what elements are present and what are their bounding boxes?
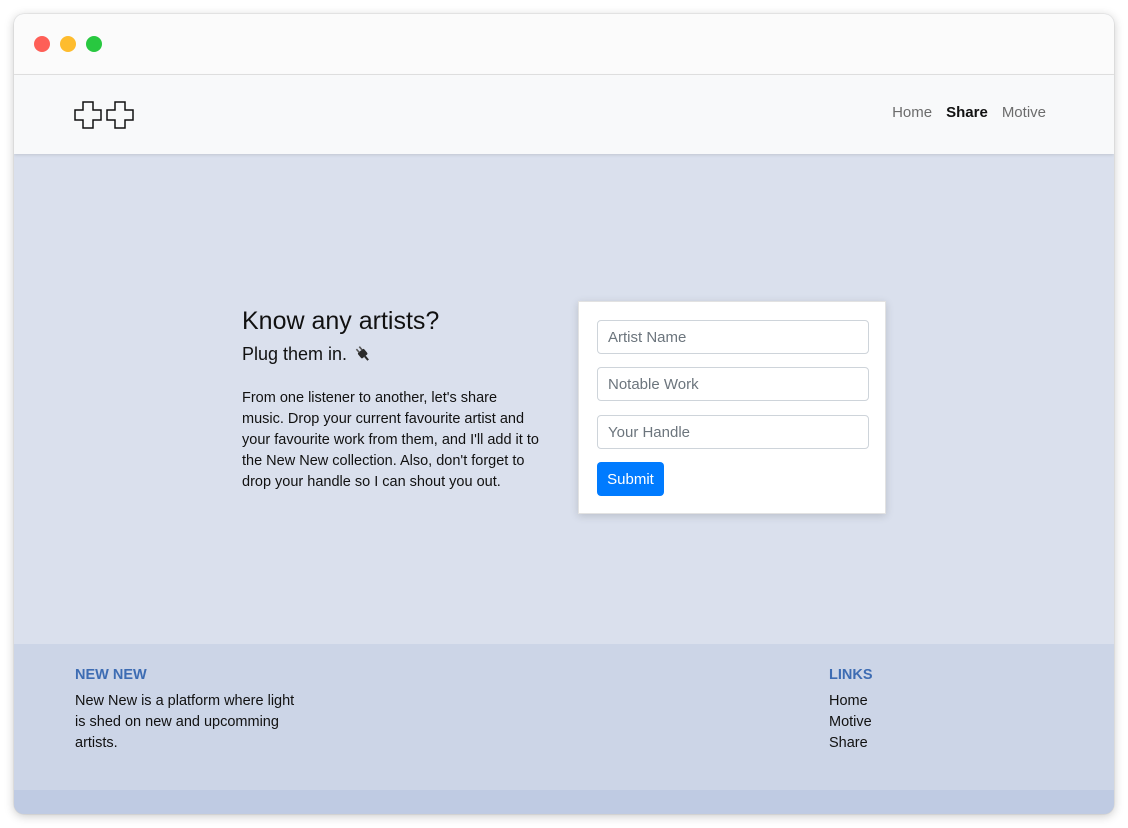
hero-subtitle: Plug them in. bbox=[242, 344, 348, 364]
notable-work-input[interactable] bbox=[597, 367, 869, 401]
footer-links: Home Motive Share bbox=[829, 691, 949, 754]
nav-links: Home Share Motive bbox=[892, 104, 1046, 121]
footer-about-text: New New is a platform where light is she… bbox=[75, 693, 295, 751]
nav-link-motive[interactable]: Motive bbox=[1002, 104, 1046, 121]
double-cross-logo-icon[interactable] bbox=[74, 100, 138, 130]
nav-link-share[interactable]: Share bbox=[946, 104, 988, 121]
footer-link-home[interactable]: Home bbox=[829, 691, 949, 712]
hero-description: From one listener to another, let's shar… bbox=[242, 390, 539, 490]
footer-about-heading: NEW NEW bbox=[75, 667, 147, 683]
submit-button[interactable]: Submit bbox=[597, 462, 664, 496]
footer-link-share[interactable]: Share bbox=[829, 733, 949, 754]
window-titlebar bbox=[14, 14, 1114, 75]
nav-link-home[interactable]: Home bbox=[892, 104, 932, 121]
footer-link-motive[interactable]: Motive bbox=[829, 712, 949, 733]
hero-title: Know any artists? bbox=[242, 307, 440, 335]
close-window-button[interactable] bbox=[34, 36, 50, 52]
your-handle-input[interactable] bbox=[597, 415, 869, 449]
minimize-window-button[interactable] bbox=[60, 36, 76, 52]
artist-submission-form: Submit bbox=[578, 301, 886, 514]
site-navbar: Home Share Motive bbox=[14, 75, 1114, 154]
site-footer: NEW NEW New New is a platform where ligh… bbox=[14, 644, 1114, 790]
footer-bottom-bar bbox=[14, 790, 1114, 814]
footer-about: NEW NEW New New is a platform where ligh… bbox=[75, 666, 305, 754]
maximize-window-button[interactable] bbox=[86, 36, 102, 52]
hero-section: Know any artists? Plug them in. From one… bbox=[242, 306, 542, 493]
artist-name-input[interactable] bbox=[597, 320, 869, 354]
footer-links-heading: LINKS bbox=[829, 667, 873, 683]
footer-links-section: LINKS Home Motive Share bbox=[829, 666, 949, 754]
plug-icon bbox=[355, 346, 369, 361]
hero-subtitle-row: Plug them in. bbox=[242, 342, 542, 366]
browser-window: Home Share Motive Know any artists? Plug… bbox=[14, 14, 1114, 814]
